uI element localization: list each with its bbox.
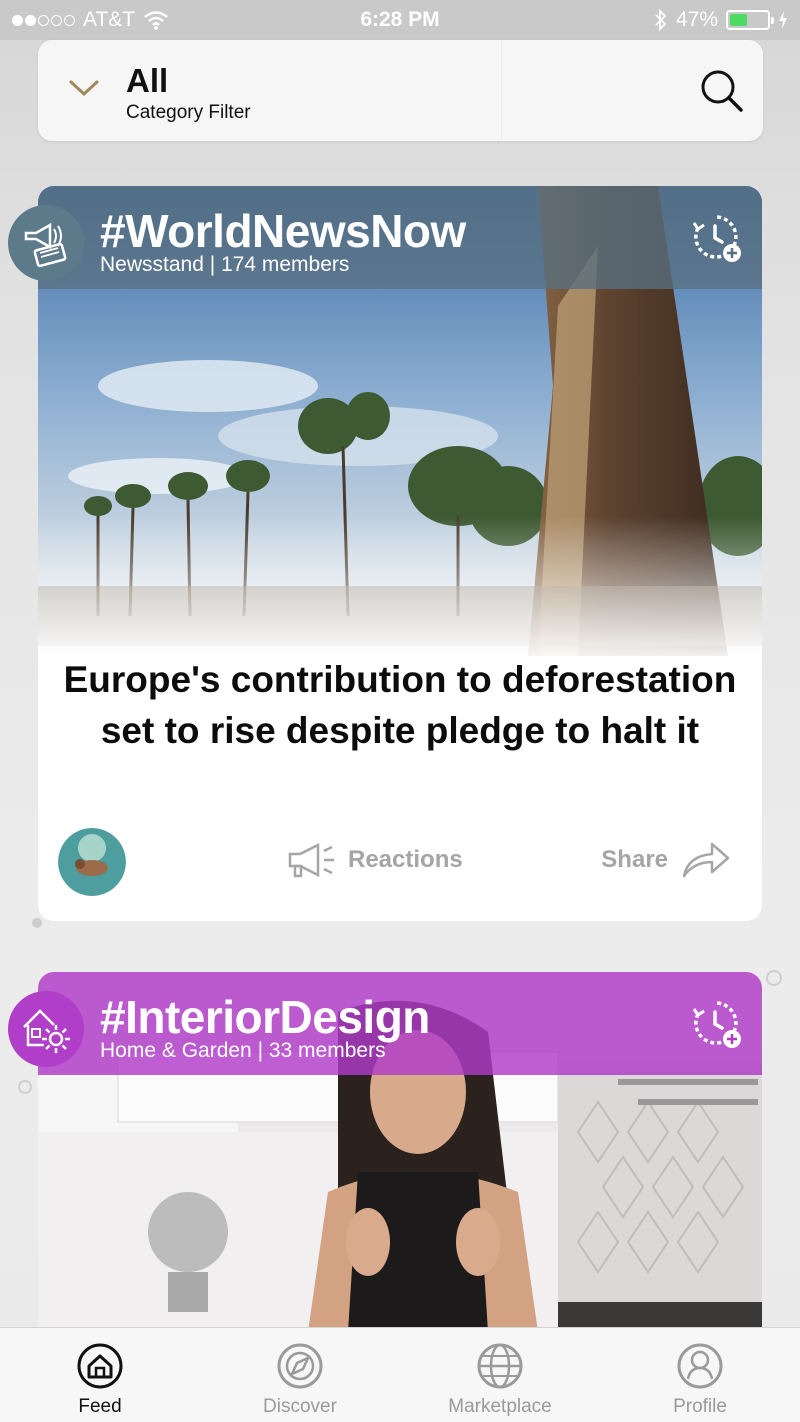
tab-profile[interactable]: Profile xyxy=(600,1328,800,1422)
tab-discover[interactable]: Discover xyxy=(200,1328,400,1422)
battery-icon xyxy=(726,10,774,30)
user-icon xyxy=(677,1343,723,1389)
decorative-circle xyxy=(32,918,42,928)
globe-icon xyxy=(477,1343,523,1389)
newsstand-badge[interactable] xyxy=(8,205,84,281)
house-flower-icon xyxy=(23,1009,70,1053)
tab-label: Feed xyxy=(78,1396,122,1417)
decorative-circle xyxy=(18,1080,32,1094)
status-bar: AT&T 6:28 PM 47% xyxy=(0,0,800,40)
group-subtitle: Newsstand | 174 members xyxy=(100,253,350,276)
post-header[interactable]: #WorldNewsNow Newsstand | 174 members xyxy=(38,186,762,289)
compass-icon xyxy=(277,1343,323,1389)
filter-title: All xyxy=(126,62,169,99)
category-filter[interactable]: All Category Filter xyxy=(38,40,763,141)
tab-label: Discover xyxy=(263,1396,337,1417)
tab-marketplace[interactable]: Marketplace xyxy=(400,1328,600,1422)
timer-add-icon[interactable] xyxy=(686,994,744,1052)
timer-add-icon[interactable] xyxy=(686,208,744,266)
battery-fill xyxy=(730,14,747,26)
share-button[interactable]: Share xyxy=(601,840,732,880)
post-footer: Reactions Share xyxy=(38,826,762,896)
tab-label: Marketplace xyxy=(448,1396,552,1417)
battery-percent: 47% xyxy=(675,8,718,31)
filter-divider xyxy=(501,40,502,141)
filter-subtitle: Category Filter xyxy=(126,102,251,123)
reactions-button[interactable]: Reactions xyxy=(286,842,463,878)
bluetooth-icon xyxy=(655,9,667,31)
post-card[interactable]: #WorldNewsNow Newsstand | 174 members Eu… xyxy=(38,186,762,921)
search-icon xyxy=(701,70,743,112)
decorative-circle xyxy=(766,970,782,986)
charging-icon xyxy=(779,11,787,29)
status-right: 47% xyxy=(654,8,788,32)
group-title[interactable]: #WorldNewsNow xyxy=(100,204,466,258)
post-header[interactable]: #InteriorDesign Home & Garden | 33 membe… xyxy=(38,972,762,1075)
tab-label: Profile xyxy=(673,1396,727,1417)
post-card[interactable]: #InteriorDesign Home & Garden | 33 membe… xyxy=(38,972,762,1372)
home-garden-badge[interactable] xyxy=(8,991,84,1067)
tab-feed[interactable]: Feed xyxy=(0,1328,200,1422)
avatar[interactable] xyxy=(58,828,126,896)
chevron-down-icon[interactable] xyxy=(68,76,100,100)
megaphone-icon xyxy=(288,842,334,878)
tab-bar: Feed Discover Marketplace Profile xyxy=(0,1327,800,1422)
group-title[interactable]: #InteriorDesign xyxy=(100,990,430,1044)
share-arrow-icon xyxy=(682,842,730,878)
group-subtitle: Home & Garden | 33 members xyxy=(100,1039,386,1062)
reactions-label: Reactions xyxy=(348,846,463,873)
search-button[interactable] xyxy=(697,66,747,116)
post-headline[interactable]: Europe's contribution to deforestation s… xyxy=(38,654,762,756)
share-label: Share xyxy=(601,846,668,873)
newspaper-megaphone-icon xyxy=(24,222,67,268)
home-icon xyxy=(77,1343,123,1389)
